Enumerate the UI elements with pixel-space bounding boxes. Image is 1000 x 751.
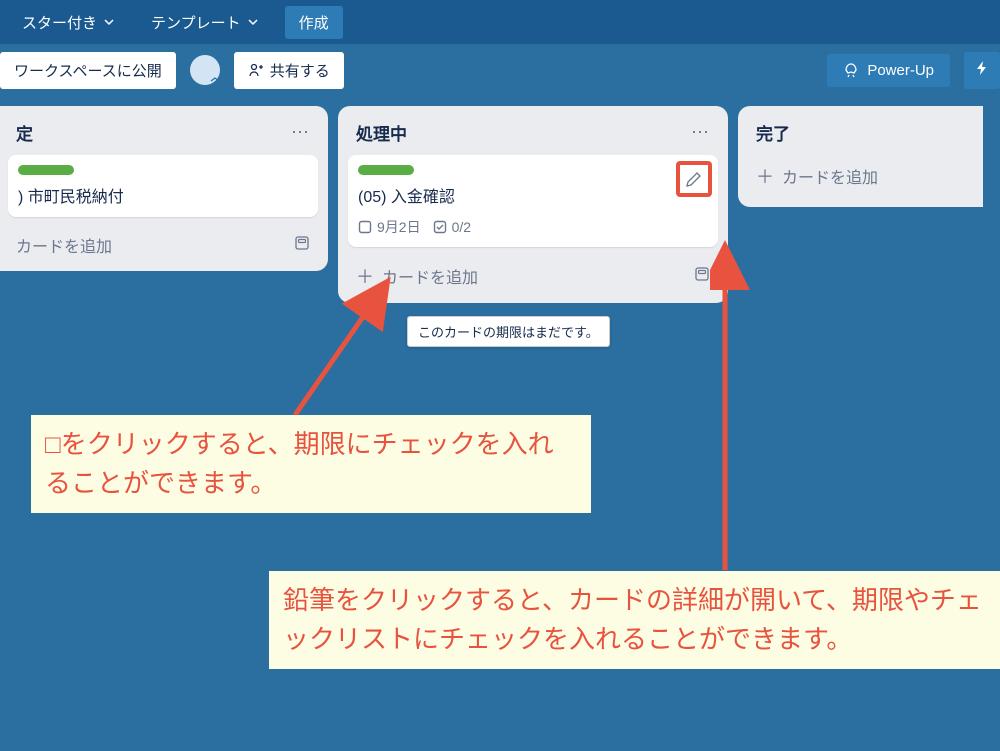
rocket-icon bbox=[843, 62, 859, 78]
add-card-button[interactable]: ＋ カードを追加 bbox=[356, 263, 478, 289]
nav-templates[interactable]: テンプレート bbox=[141, 6, 269, 39]
card-template-button[interactable] bbox=[694, 266, 710, 287]
nav-create-label: 作成 bbox=[299, 15, 329, 32]
checklist-icon bbox=[433, 220, 447, 234]
add-card-label: カードを追加 bbox=[782, 164, 878, 188]
chevron-down-icon bbox=[247, 16, 259, 28]
list-menu-button[interactable]: ⋯ bbox=[691, 122, 710, 143]
automation-button[interactable] bbox=[964, 52, 1000, 89]
share-button[interactable]: 共有する bbox=[234, 52, 344, 89]
add-card-button[interactable]: カードを追加 bbox=[16, 233, 112, 257]
add-card-label: カードを追加 bbox=[382, 264, 478, 288]
card-edit-button[interactable] bbox=[676, 161, 712, 197]
annotation-box: 鉛筆をクリックすると、カードの詳細が開いて、期限やチェックリストにチェックを入れ… bbox=[269, 571, 1000, 669]
plus-icon: ＋ bbox=[356, 263, 374, 289]
bolt-icon bbox=[974, 60, 990, 76]
add-card-label: カードを追加 bbox=[16, 233, 112, 257]
list-title[interactable]: 完了 bbox=[756, 120, 790, 145]
checkbox-icon bbox=[358, 220, 372, 234]
due-date-badge[interactable]: 9月2日 bbox=[358, 217, 421, 237]
list-todo: 定 ⋯ ) 市町民税納付 カードを追加 bbox=[0, 106, 328, 271]
plus-icon: ＋ bbox=[756, 163, 774, 189]
due-date-tooltip: このカードの期限はまだです。 bbox=[407, 316, 610, 347]
card-label-green bbox=[358, 165, 414, 175]
list-menu-button[interactable]: ⋯ bbox=[291, 122, 310, 143]
due-date-text: 9月2日 bbox=[377, 217, 421, 237]
nav-templates-label: テンプレート bbox=[151, 12, 241, 33]
avatar-chevrons-icon bbox=[208, 73, 222, 87]
checklist-badge: 0/2 bbox=[433, 219, 471, 235]
list-doing: 処理中 ⋯ (05) 入金確認 9月2日 0/2 ＋ bbox=[338, 106, 728, 303]
nav-create-button[interactable]: 作成 bbox=[285, 6, 343, 39]
nav-starred-label: スター付き bbox=[22, 12, 97, 33]
card-template-button[interactable] bbox=[294, 235, 310, 256]
card[interactable]: ) 市町民税納付 bbox=[8, 155, 318, 217]
pencil-icon bbox=[686, 171, 702, 187]
list-title[interactable]: 定 bbox=[16, 120, 33, 145]
annotation-box: □をクリックすると、期限にチェックを入れることができます。 bbox=[31, 415, 591, 513]
powerup-label: Power-Up bbox=[867, 62, 934, 79]
card-title: (05) 入金確認 bbox=[358, 183, 708, 207]
chevron-down-icon bbox=[103, 16, 115, 28]
template-icon bbox=[694, 266, 710, 282]
share-label: 共有する bbox=[270, 60, 330, 81]
template-icon bbox=[294, 235, 310, 251]
powerup-button[interactable]: Power-Up bbox=[827, 54, 950, 87]
visibility-label: ワークスペースに公開 bbox=[14, 60, 162, 81]
add-card-button[interactable]: ＋ カードを追加 bbox=[756, 163, 878, 189]
workspace-visibility-button[interactable]: ワークスペースに公開 bbox=[0, 52, 176, 89]
card-title: ) 市町民税納付 bbox=[18, 183, 308, 207]
list-title[interactable]: 処理中 bbox=[356, 120, 407, 145]
nav-starred[interactable]: スター付き bbox=[12, 6, 125, 39]
card-label-green bbox=[18, 165, 74, 175]
person-add-icon bbox=[248, 62, 264, 78]
avatar[interactable] bbox=[190, 55, 220, 85]
list-done: 完了 ＋ カードを追加 bbox=[738, 106, 983, 207]
card[interactable]: (05) 入金確認 9月2日 0/2 bbox=[348, 155, 718, 247]
checklist-text: 0/2 bbox=[452, 219, 471, 235]
